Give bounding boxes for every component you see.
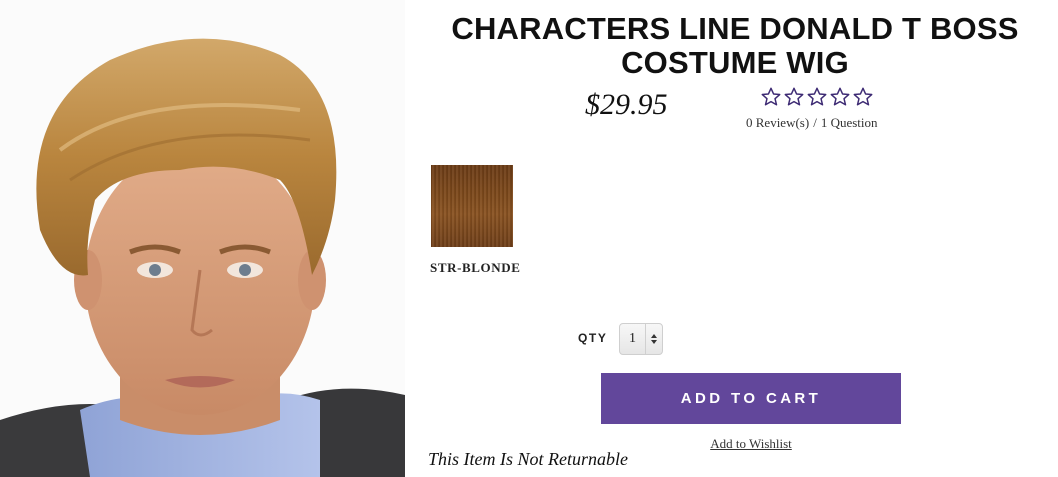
product-image[interactable] <box>0 0 405 477</box>
product-price: $29.95 <box>585 88 668 121</box>
review-summary: 0 Review(s) / 1 Question <box>746 115 878 131</box>
product-title: CHARACTERS LINE DONALD T BOSS COSTUME WI… <box>451 11 1019 80</box>
star-icon <box>853 87 873 106</box>
model-wearing-wig-illustration <box>0 0 405 477</box>
select-arrows-icon <box>645 324 662 354</box>
add-to-wishlist-link[interactable]: Add to Wishlist <box>601 436 901 452</box>
reviews-link[interactable]: 0 Review(s) <box>746 115 809 130</box>
product-page: CHARACTERS LINE DONALD T BOSS COSTUME WI… <box>0 0 1058 477</box>
rating-stars[interactable] <box>760 86 876 110</box>
not-returnable-notice: This Item Is Not Returnable <box>428 449 628 469</box>
add-to-cart-button[interactable]: ADD TO CART <box>601 373 901 424</box>
qty-select[interactable]: 1 <box>619 323 663 355</box>
qty-label: QTY <box>578 331 608 345</box>
qty-value: 1 <box>629 331 636 346</box>
star-icon <box>761 87 781 106</box>
star-icon <box>784 87 804 106</box>
star-icon <box>830 87 850 106</box>
swatch-label: STR-BLONDE <box>430 260 521 275</box>
questions-link[interactable]: 1 Question <box>821 115 878 130</box>
color-swatch-str-blonde[interactable] <box>431 165 513 247</box>
star-icon <box>807 87 827 106</box>
review-separator: / <box>813 115 817 130</box>
